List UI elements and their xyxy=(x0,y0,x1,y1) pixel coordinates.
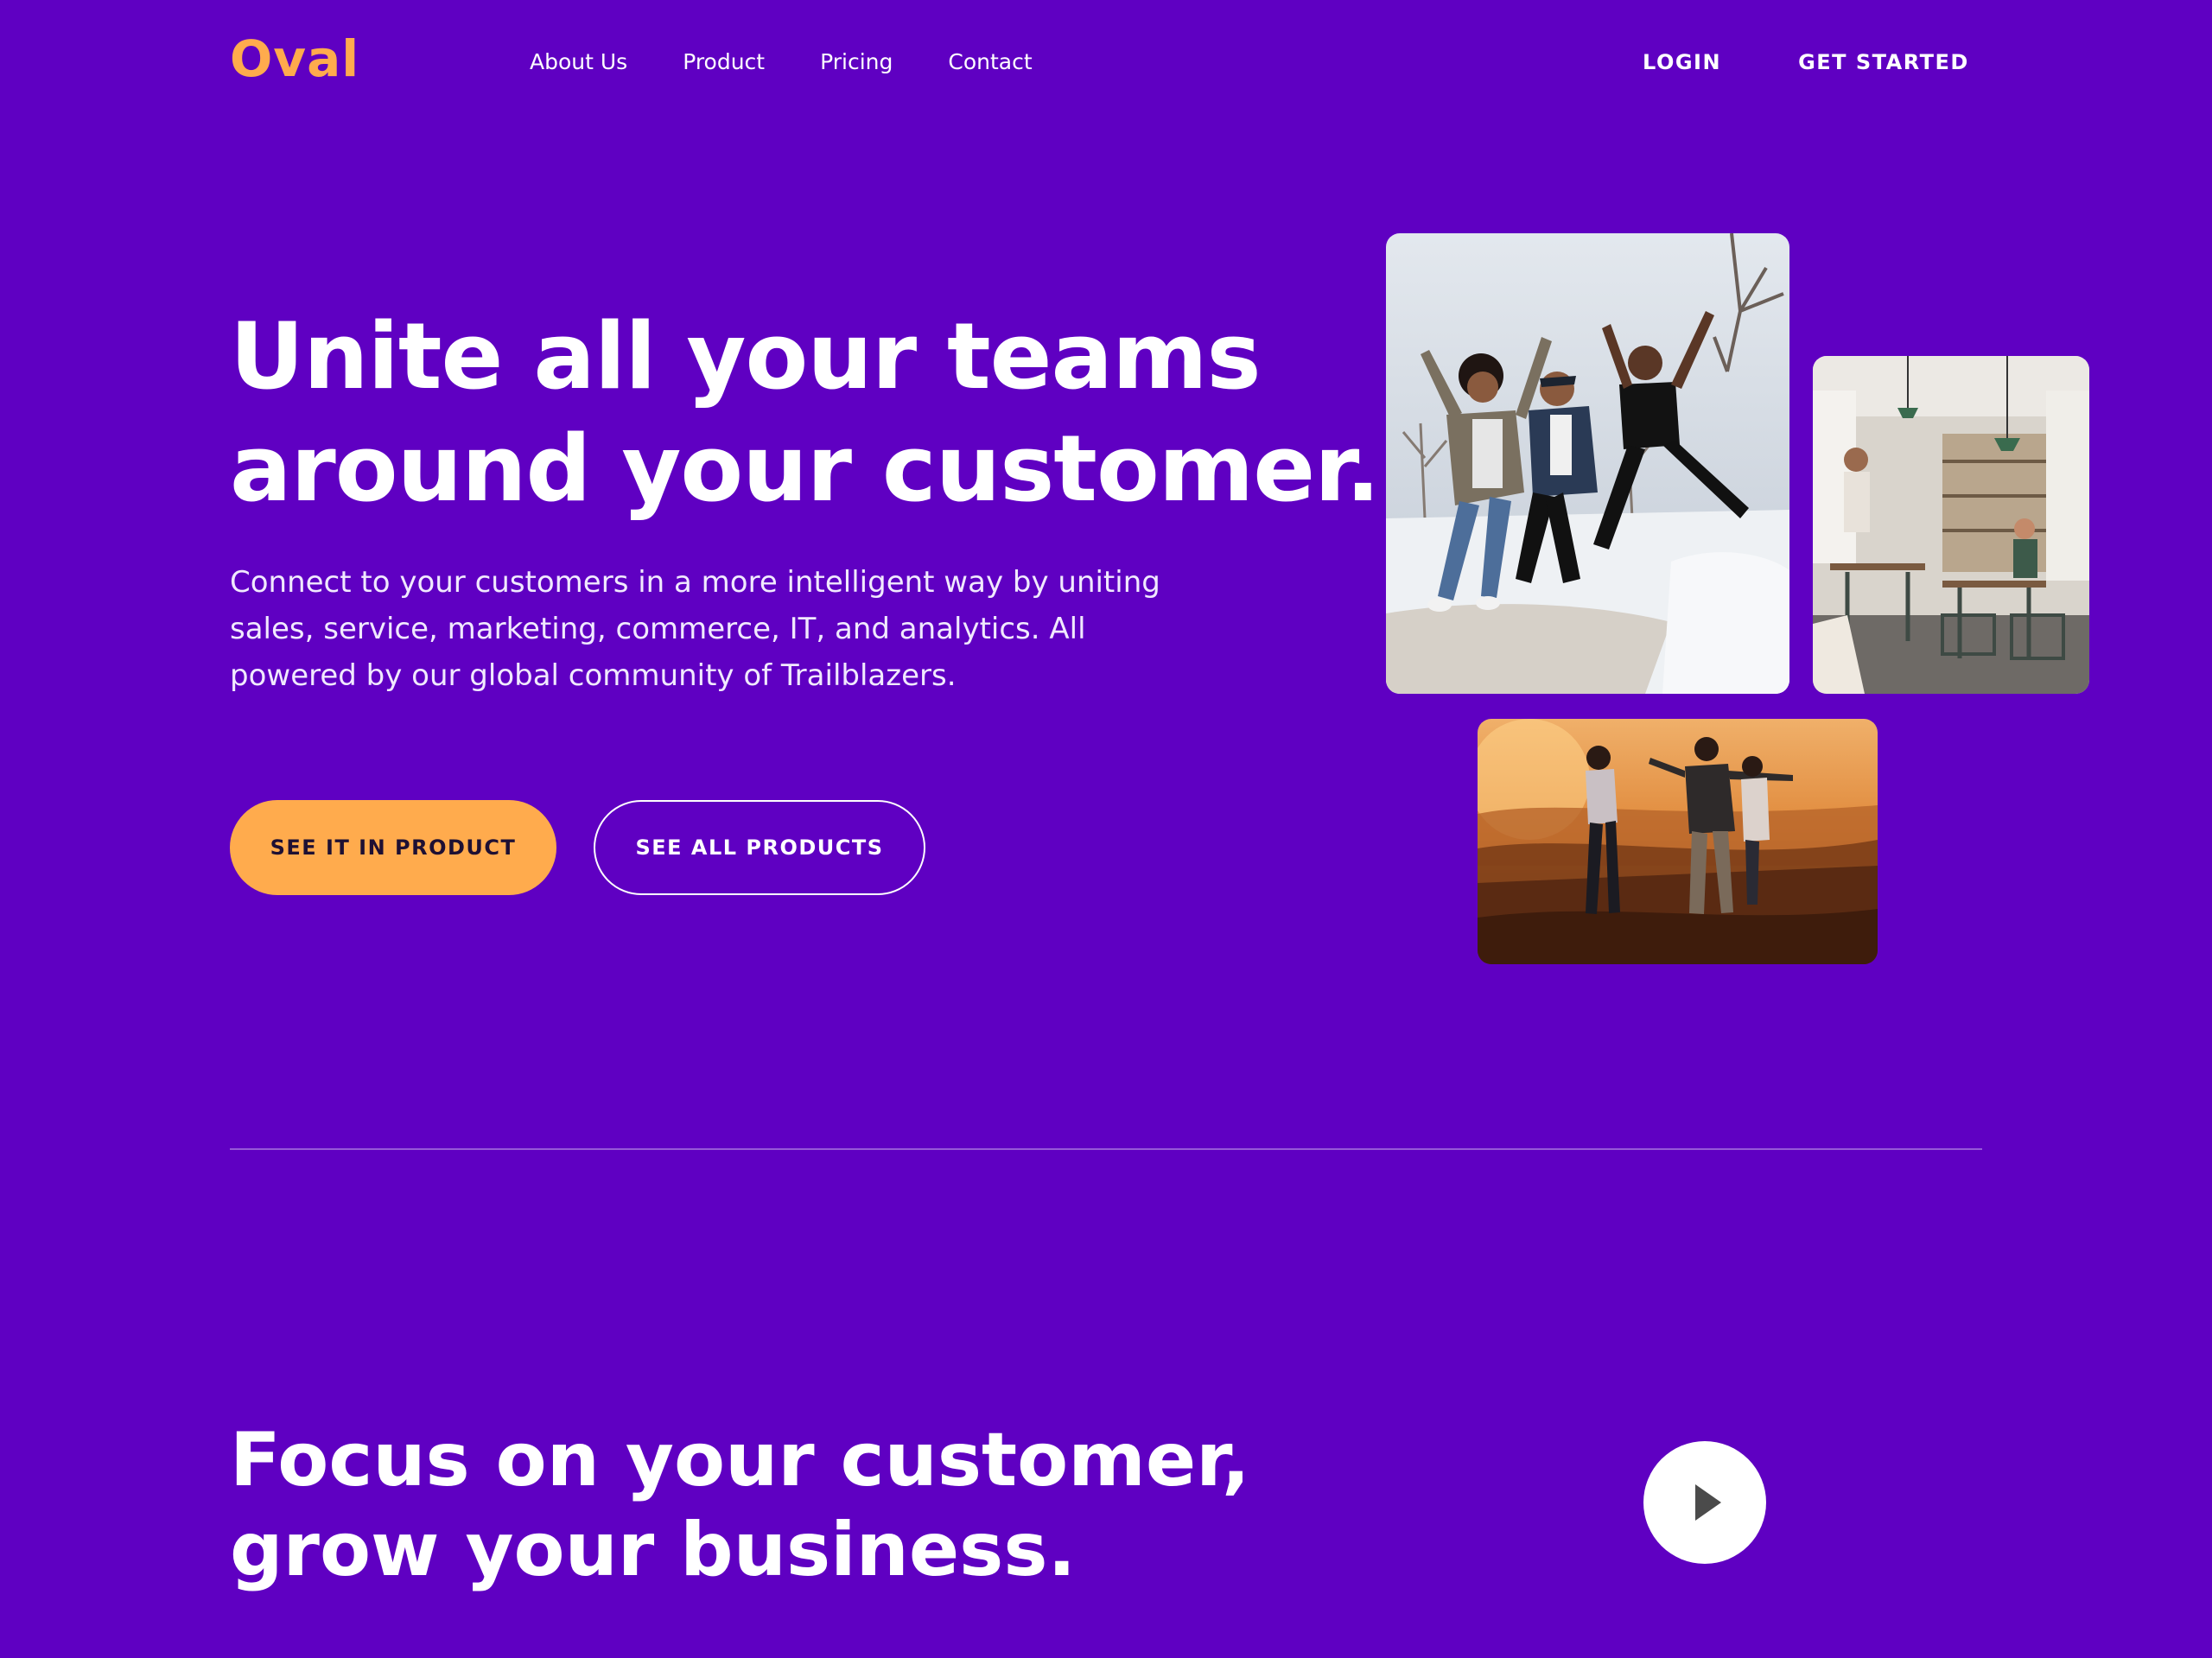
section-title-line: Focus on your customer, xyxy=(230,1417,1250,1503)
nav-link-about-us[interactable]: About Us xyxy=(530,45,627,79)
cafe-image xyxy=(1813,356,2089,694)
see-all-products-button[interactable]: SEE ALL PRODUCTS xyxy=(594,800,925,895)
photo-sunset-friends xyxy=(1478,719,1878,964)
login-link[interactable]: LOGIN xyxy=(1643,45,1721,79)
hero-subtitle: Connect to your customers in a more inte… xyxy=(230,565,1160,693)
nav-link-product[interactable]: Product xyxy=(683,45,765,79)
section-title: Focus on your customer, grow your busine… xyxy=(230,1415,1440,1595)
hero-title-line: Unite all your teams xyxy=(230,303,1262,410)
friends-jumping-image xyxy=(1386,233,1789,694)
play-video-button[interactable] xyxy=(1643,1441,1766,1564)
photo-friends-jumping xyxy=(1386,233,1789,694)
sunset-friends-image xyxy=(1478,719,1878,964)
section-divider xyxy=(230,1148,1982,1150)
nav-actions: LOGIN GET STARTED xyxy=(1643,45,1969,79)
logo[interactable]: Oval xyxy=(230,31,359,86)
see-it-in-product-button[interactable]: SEE IT IN PRODUCT xyxy=(230,800,556,895)
nav-link-contact[interactable]: Contact xyxy=(948,45,1032,79)
hero-title-line: around your customer. xyxy=(230,416,1381,522)
photo-cafe xyxy=(1813,356,2089,694)
hero-title: Unite all your teams around your custome… xyxy=(230,301,1381,525)
section-title-line: grow your business. xyxy=(230,1507,1077,1593)
nav-link-pricing[interactable]: Pricing xyxy=(820,45,893,79)
get-started-link[interactable]: GET STARTED xyxy=(1798,45,1969,79)
nav-links: About Us Product Pricing Contact xyxy=(530,45,1033,79)
play-icon xyxy=(1695,1484,1721,1521)
